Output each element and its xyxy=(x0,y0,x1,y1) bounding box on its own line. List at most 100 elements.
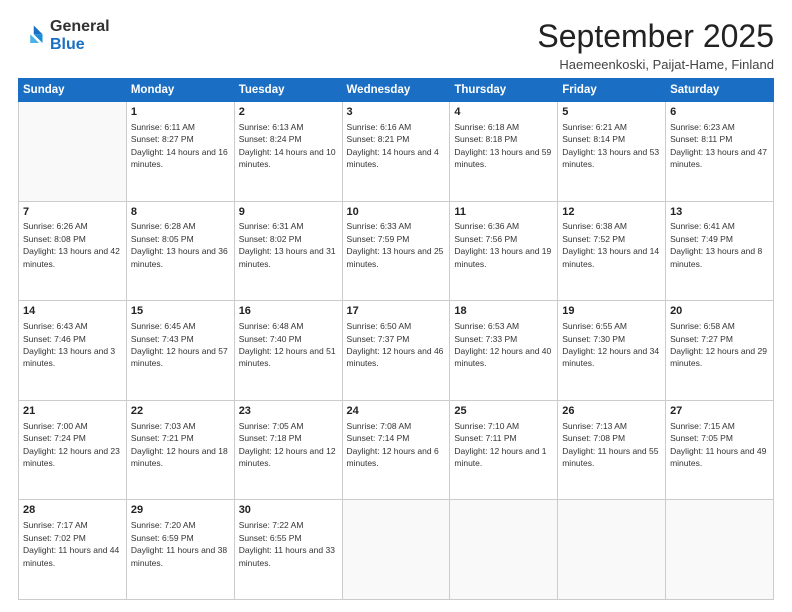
table-cell: 9 Sunrise: 6:31 AM Sunset: 8:02 PM Dayli… xyxy=(234,201,342,301)
logo-general: General xyxy=(50,18,110,35)
title-block: September 2025 Haemeenkoski, Paijat-Hame… xyxy=(537,18,774,72)
table-cell xyxy=(666,500,774,600)
cell-sunrise: Sunrise: 6:36 AM xyxy=(454,221,519,231)
day-number: 25 xyxy=(454,404,553,419)
cell-sunrise: Sunrise: 6:23 AM xyxy=(670,122,735,132)
day-number: 1 xyxy=(131,105,230,120)
cell-sunrise: Sunrise: 6:11 AM xyxy=(131,122,195,132)
page: General Blue September 2025 Haemeenkoski… xyxy=(0,0,792,612)
cell-daylight: Daylight: 11 hours and 33 minutes. xyxy=(239,545,335,567)
table-cell: 4 Sunrise: 6:18 AM Sunset: 8:18 PM Dayli… xyxy=(450,102,558,202)
table-cell xyxy=(450,500,558,600)
cell-sunrise: Sunrise: 6:21 AM xyxy=(562,122,627,132)
day-number: 24 xyxy=(347,404,446,419)
table-cell: 14 Sunrise: 6:43 AM Sunset: 7:46 PM Dayl… xyxy=(19,301,127,401)
cell-daylight: Daylight: 13 hours and 14 minutes. xyxy=(562,246,659,268)
cell-sunrise: Sunrise: 7:17 AM xyxy=(23,520,88,530)
cell-daylight: Daylight: 11 hours and 44 minutes. xyxy=(23,545,119,567)
day-number: 18 xyxy=(454,304,553,319)
col-sunday: Sunday xyxy=(19,79,127,102)
cell-sunrise: Sunrise: 7:22 AM xyxy=(239,520,304,530)
cell-sunset: Sunset: 7:37 PM xyxy=(347,334,410,344)
table-cell: 21 Sunrise: 7:00 AM Sunset: 7:24 PM Dayl… xyxy=(19,400,127,500)
cell-sunrise: Sunrise: 6:26 AM xyxy=(23,221,88,231)
cell-daylight: Daylight: 13 hours and 25 minutes. xyxy=(347,246,444,268)
logo: General Blue xyxy=(18,18,110,53)
cell-sunset: Sunset: 7:30 PM xyxy=(562,334,625,344)
cell-daylight: Daylight: 13 hours and 3 minutes. xyxy=(23,346,115,368)
table-cell: 30 Sunrise: 7:22 AM Sunset: 6:55 PM Dayl… xyxy=(234,500,342,600)
cell-sunset: Sunset: 7:02 PM xyxy=(23,533,86,543)
day-number: 21 xyxy=(23,404,122,419)
cell-sunrise: Sunrise: 7:03 AM xyxy=(131,421,196,431)
cell-daylight: Daylight: 12 hours and 23 minutes. xyxy=(23,446,120,468)
cell-daylight: Daylight: 12 hours and 18 minutes. xyxy=(131,446,228,468)
cell-daylight: Daylight: 13 hours and 47 minutes. xyxy=(670,147,767,169)
cell-sunset: Sunset: 7:56 PM xyxy=(454,234,517,244)
cell-sunrise: Sunrise: 7:05 AM xyxy=(239,421,304,431)
cell-sunrise: Sunrise: 6:43 AM xyxy=(23,321,88,331)
day-number: 22 xyxy=(131,404,230,419)
cell-daylight: Daylight: 12 hours and 12 minutes. xyxy=(239,446,336,468)
cell-daylight: Daylight: 14 hours and 16 minutes. xyxy=(131,147,228,169)
cell-daylight: Daylight: 12 hours and 34 minutes. xyxy=(562,346,659,368)
cell-sunrise: Sunrise: 7:10 AM xyxy=(454,421,519,431)
calendar-week-row: 1 Sunrise: 6:11 AM Sunset: 8:27 PM Dayli… xyxy=(19,102,774,202)
cell-sunrise: Sunrise: 7:20 AM xyxy=(131,520,196,530)
calendar-table: Sunday Monday Tuesday Wednesday Thursday… xyxy=(18,78,774,600)
cell-sunset: Sunset: 8:02 PM xyxy=(239,234,302,244)
cell-sunset: Sunset: 7:11 PM xyxy=(454,433,516,443)
table-cell: 10 Sunrise: 6:33 AM Sunset: 7:59 PM Dayl… xyxy=(342,201,450,301)
table-cell: 29 Sunrise: 7:20 AM Sunset: 6:59 PM Dayl… xyxy=(126,500,234,600)
cell-daylight: Daylight: 13 hours and 19 minutes. xyxy=(454,246,551,268)
table-cell: 17 Sunrise: 6:50 AM Sunset: 7:37 PM Dayl… xyxy=(342,301,450,401)
calendar-week-row: 21 Sunrise: 7:00 AM Sunset: 7:24 PM Dayl… xyxy=(19,400,774,500)
cell-daylight: Daylight: 14 hours and 10 minutes. xyxy=(239,147,336,169)
day-number: 15 xyxy=(131,304,230,319)
cell-sunset: Sunset: 8:05 PM xyxy=(131,234,194,244)
table-cell: 27 Sunrise: 7:15 AM Sunset: 7:05 PM Dayl… xyxy=(666,400,774,500)
day-number: 6 xyxy=(670,105,769,120)
table-cell: 13 Sunrise: 6:41 AM Sunset: 7:49 PM Dayl… xyxy=(666,201,774,301)
cell-daylight: Daylight: 12 hours and 57 minutes. xyxy=(131,346,228,368)
cell-sunrise: Sunrise: 6:16 AM xyxy=(347,122,412,132)
cell-sunset: Sunset: 7:49 PM xyxy=(670,234,733,244)
calendar-week-row: 28 Sunrise: 7:17 AM Sunset: 7:02 PM Dayl… xyxy=(19,500,774,600)
day-number: 5 xyxy=(562,105,661,120)
cell-sunset: Sunset: 7:46 PM xyxy=(23,334,86,344)
table-cell: 15 Sunrise: 6:45 AM Sunset: 7:43 PM Dayl… xyxy=(126,301,234,401)
cell-sunset: Sunset: 8:08 PM xyxy=(23,234,86,244)
calendar-week-row: 7 Sunrise: 6:26 AM Sunset: 8:08 PM Dayli… xyxy=(19,201,774,301)
month-title: September 2025 xyxy=(537,18,774,55)
day-number: 16 xyxy=(239,304,338,319)
cell-sunset: Sunset: 7:18 PM xyxy=(239,433,302,443)
col-saturday: Saturday xyxy=(666,79,774,102)
cell-daylight: Daylight: 12 hours and 6 minutes. xyxy=(347,446,439,468)
day-number: 26 xyxy=(562,404,661,419)
table-cell: 28 Sunrise: 7:17 AM Sunset: 7:02 PM Dayl… xyxy=(19,500,127,600)
cell-sunrise: Sunrise: 6:45 AM xyxy=(131,321,196,331)
day-number: 7 xyxy=(23,205,122,220)
cell-sunset: Sunset: 7:24 PM xyxy=(23,433,86,443)
cell-sunrise: Sunrise: 6:53 AM xyxy=(454,321,519,331)
cell-daylight: Daylight: 11 hours and 55 minutes. xyxy=(562,446,658,468)
cell-daylight: Daylight: 11 hours and 38 minutes. xyxy=(131,545,227,567)
cell-sunset: Sunset: 7:33 PM xyxy=(454,334,517,344)
cell-sunset: Sunset: 7:14 PM xyxy=(347,433,410,443)
table-cell: 7 Sunrise: 6:26 AM Sunset: 8:08 PM Dayli… xyxy=(19,201,127,301)
logo-text: General Blue xyxy=(50,18,110,53)
day-number: 9 xyxy=(239,205,338,220)
col-thursday: Thursday xyxy=(450,79,558,102)
cell-sunset: Sunset: 6:59 PM xyxy=(131,533,194,543)
cell-daylight: Daylight: 12 hours and 40 minutes. xyxy=(454,346,551,368)
cell-sunrise: Sunrise: 6:13 AM xyxy=(239,122,304,132)
table-cell: 22 Sunrise: 7:03 AM Sunset: 7:21 PM Dayl… xyxy=(126,400,234,500)
table-cell: 16 Sunrise: 6:48 AM Sunset: 7:40 PM Dayl… xyxy=(234,301,342,401)
cell-daylight: Daylight: 12 hours and 29 minutes. xyxy=(670,346,767,368)
day-number: 2 xyxy=(239,105,338,120)
cell-sunset: Sunset: 7:43 PM xyxy=(131,334,194,344)
day-number: 20 xyxy=(670,304,769,319)
table-cell: 1 Sunrise: 6:11 AM Sunset: 8:27 PM Dayli… xyxy=(126,102,234,202)
day-number: 28 xyxy=(23,503,122,518)
table-cell: 25 Sunrise: 7:10 AM Sunset: 7:11 PM Dayl… xyxy=(450,400,558,500)
